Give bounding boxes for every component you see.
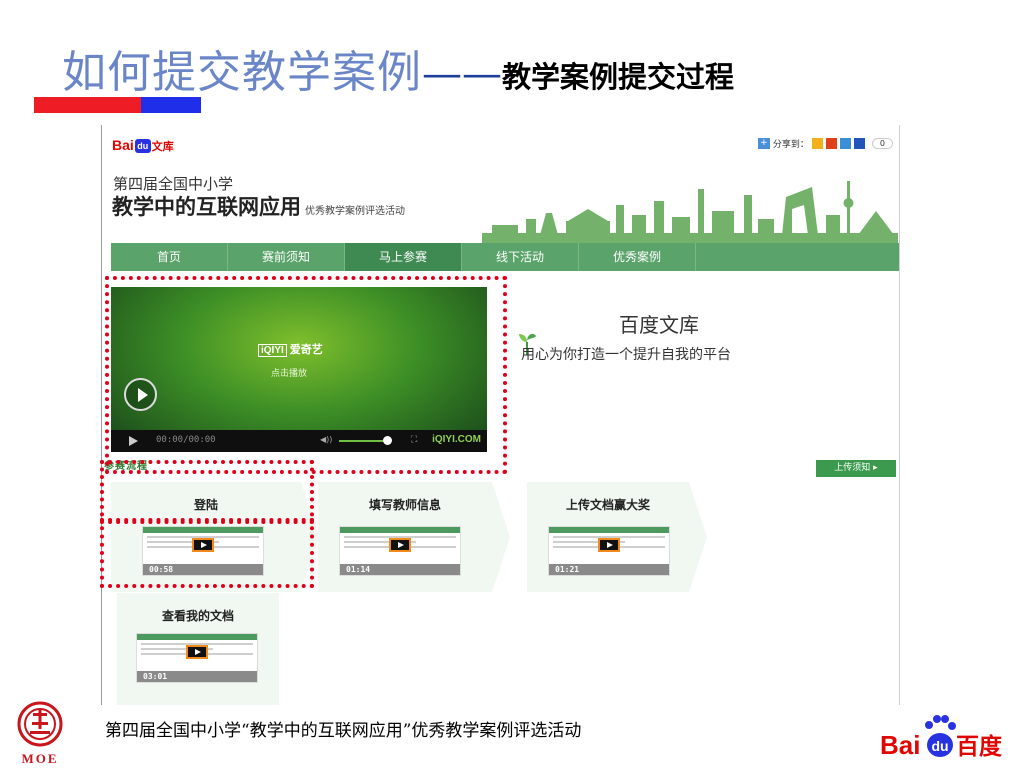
tencent-weibo-icon[interactable] <box>839 138 851 149</box>
city-skyline-illustration <box>482 181 898 245</box>
step-video-thumbnail[interactable]: 03:01 <box>136 633 258 683</box>
step-video-thumbnail[interactable]: 01:21 <box>548 526 670 576</box>
event-subtitle: 优秀教学案例评选活动 <box>305 206 405 217</box>
step-card-my-docs[interactable]: 查看我的文档 03:01 <box>117 593 279 705</box>
moe-label: MOE <box>21 751 58 766</box>
slide: 如何提交教学案例——教学案例提交过程 Bai du 文库 + 分享到： 0 第四届全… <box>0 0 1024 768</box>
step-title: 上传文档赢大奖 <box>565 498 650 512</box>
baidu-cn-text: 百度 <box>956 733 1003 760</box>
paw-icon: du <box>134 139 151 153</box>
highlight-login-thumb-box <box>100 518 314 588</box>
share-label: 分享到： <box>772 140 809 150</box>
step-duration: 01:21 <box>549 564 669 575</box>
slide-title: 如何提交教学案例——教学案例提交过程 <box>62 36 734 100</box>
nav-join-now[interactable]: 马上参赛 <box>345 243 462 271</box>
nav-excellent-cases[interactable]: 优秀案例 <box>579 243 696 271</box>
title-main: 如何提交教学案例 <box>62 47 422 98</box>
title-underline-blue <box>141 97 201 113</box>
highlight-login-title-box <box>100 460 314 524</box>
event-heading-line2: 教学中的互联网应用 优秀教学案例评选活动 <box>112 191 405 221</box>
share-bar: + 分享到： 0 <box>757 137 893 150</box>
upload-notice-button[interactable]: 上传须知 ▸ <box>816 460 896 477</box>
wenku-slogan: 用心为你打造一个提升自我的平台 <box>521 347 731 363</box>
weibo-icon[interactable] <box>825 138 837 149</box>
wenku-title: 百度文库 <box>619 313 699 337</box>
highlight-video-box <box>105 276 507 474</box>
share-count: 0 <box>871 138 893 149</box>
title-sub: 教学案例提交过程 <box>502 60 735 94</box>
step-card-upload[interactable]: 上传文档赢大奖 01:21 <box>527 482 707 592</box>
nav-home[interactable]: 首页 <box>111 243 228 271</box>
baidu-bai-text: Bai <box>880 730 920 760</box>
baidu-wenku-logo[interactable]: Bai du 文库 <box>112 137 174 154</box>
main-nav: 首页 赛前须知 马上参赛 线下活动 优秀案例 <box>111 243 899 271</box>
event-title: 教学中的互联网应用 <box>112 195 301 219</box>
logo-bai-text: Bai <box>112 137 134 153</box>
step-card-teacher-info[interactable]: 填写教师信息 01:14 <box>318 482 510 592</box>
nav-offline-events[interactable]: 线下活动 <box>462 243 579 271</box>
footer-caption: 第四届全国中小学“教学中的互联网应用”优秀教学案例评选活动 <box>105 721 582 741</box>
play-icon[interactable] <box>389 538 411 552</box>
share-plus-icon[interactable]: + <box>757 138 770 149</box>
play-icon[interactable] <box>186 645 208 659</box>
baidu-logo: Bai du 百度 <box>880 715 1003 760</box>
step-title: 查看我的文档 <box>161 609 234 623</box>
renren-icon[interactable] <box>853 138 865 149</box>
step-duration: 01:14 <box>340 564 460 575</box>
qzone-icon[interactable] <box>811 138 823 149</box>
title-dash: —— <box>422 51 502 97</box>
step-video-thumbnail[interactable]: 01:14 <box>339 526 461 576</box>
moe-emblem: MOE <box>17 701 63 766</box>
nav-pre-contest[interactable]: 赛前须知 <box>228 243 345 271</box>
step-title: 填写教师信息 <box>368 498 441 512</box>
paw-icon: du <box>925 715 956 757</box>
step-duration: 03:01 <box>137 671 257 682</box>
title-underline-red <box>34 97 141 113</box>
baidu-du-text: du <box>931 738 948 754</box>
logo-wenku-text: 文库 <box>151 141 174 153</box>
play-icon[interactable] <box>598 538 620 552</box>
